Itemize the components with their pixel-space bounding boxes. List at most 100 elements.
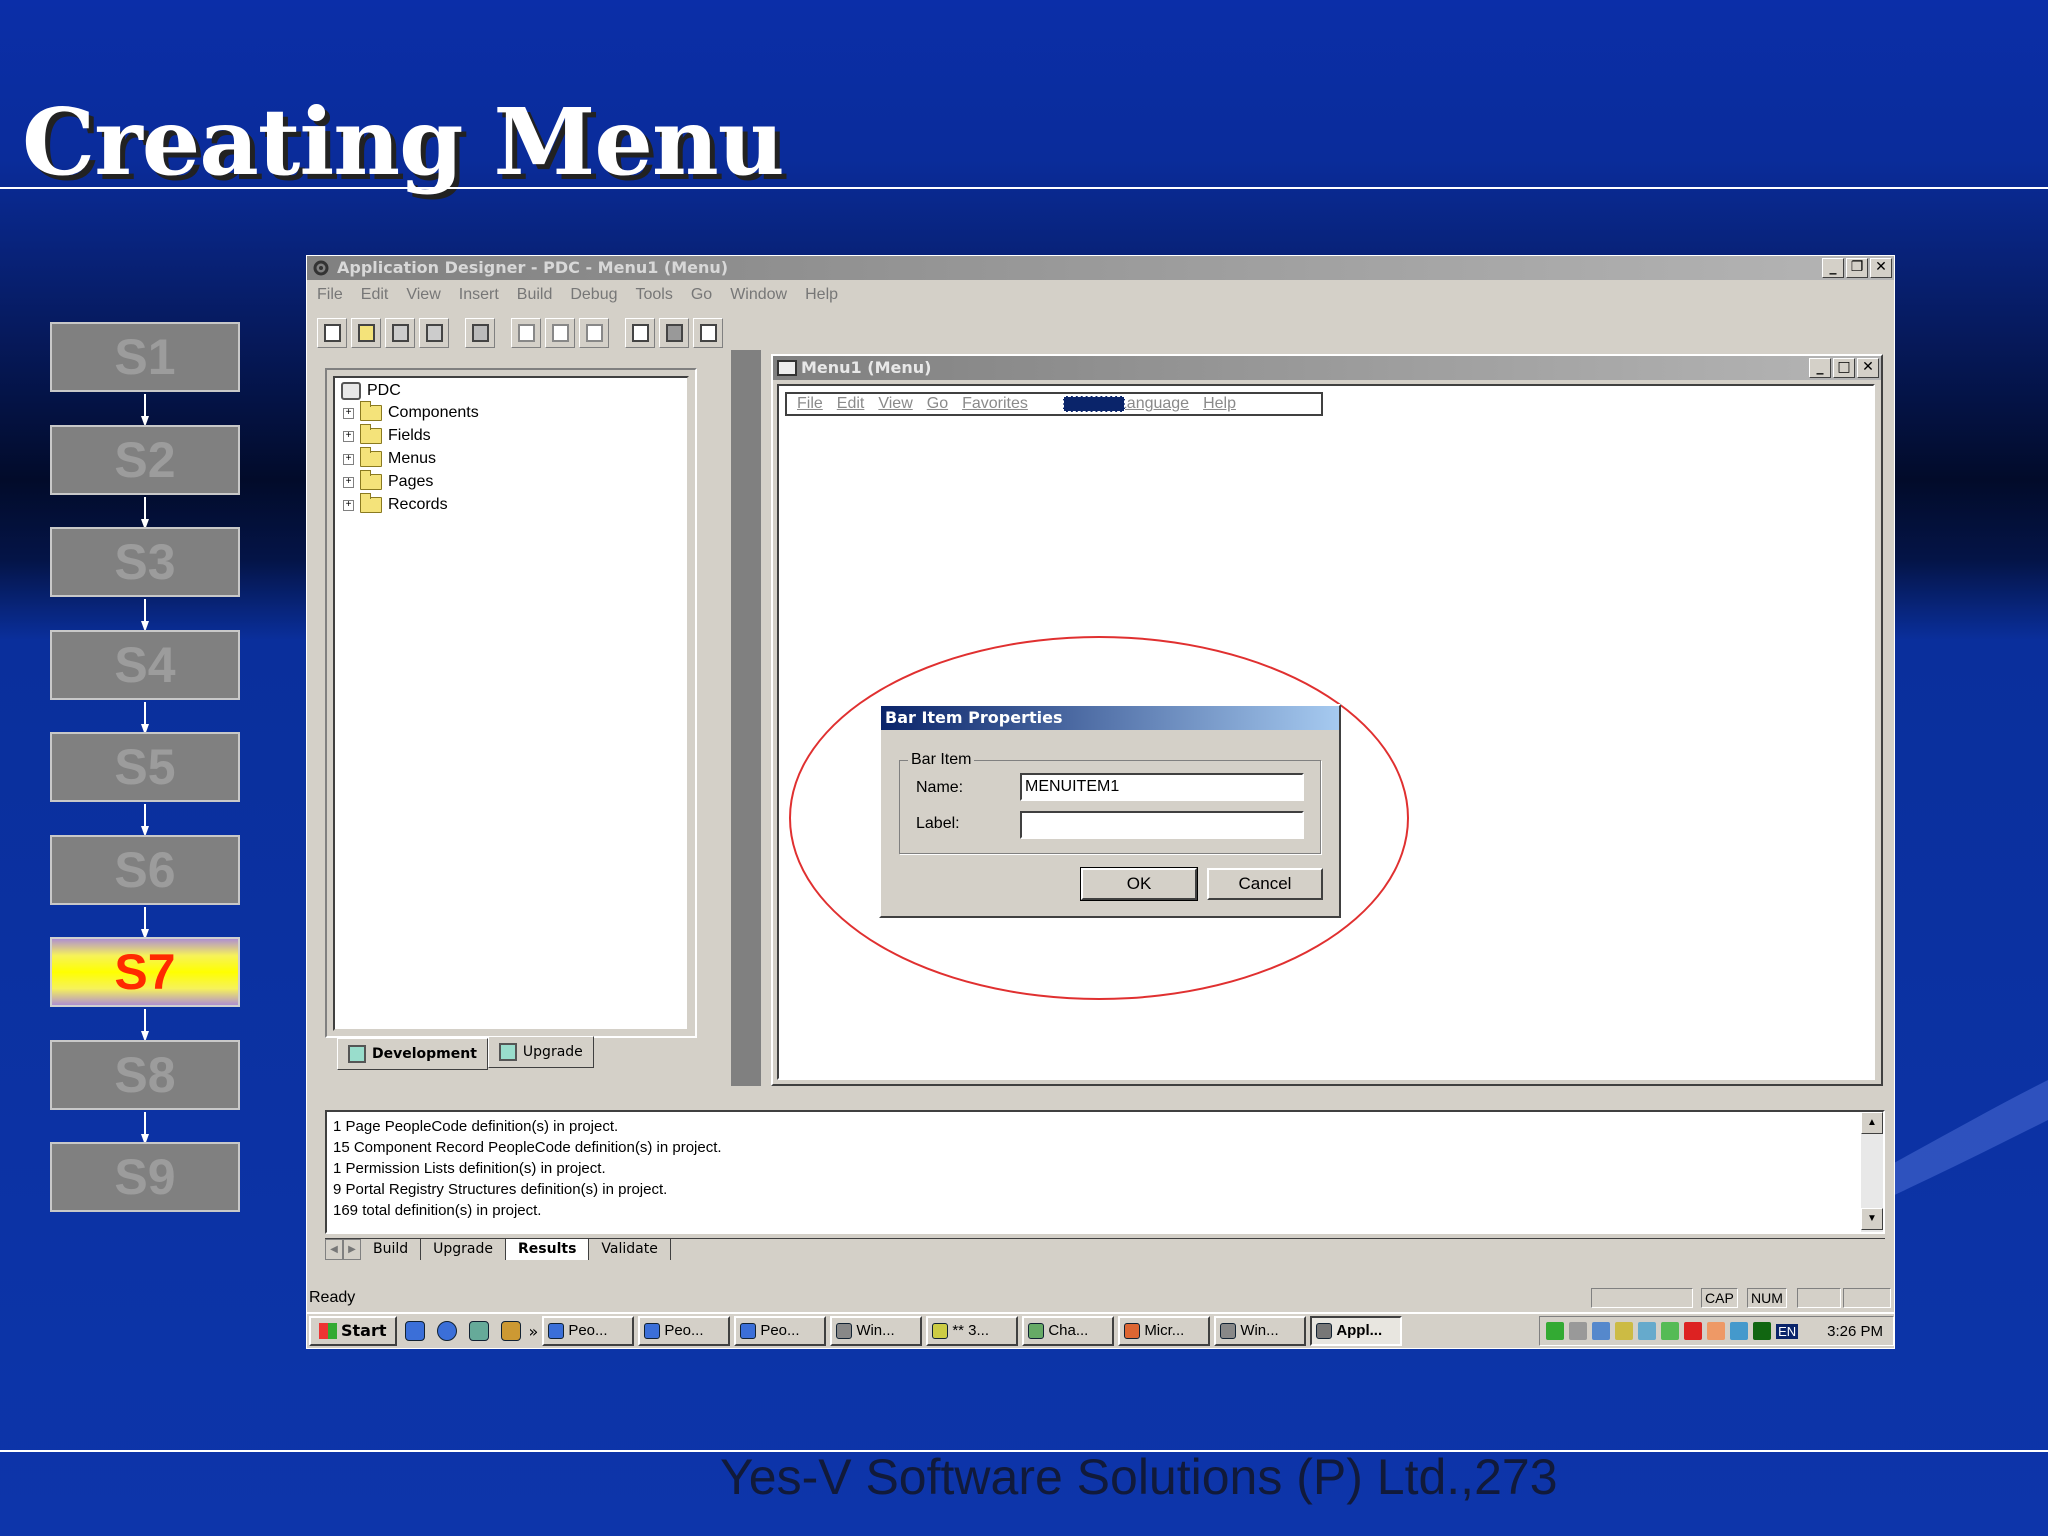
copy-button[interactable]: [545, 318, 575, 348]
dialog-title[interactable]: Bar Item Properties: [881, 706, 1339, 730]
child-minimize-button[interactable]: _: [1809, 358, 1831, 378]
paste-button[interactable]: [579, 318, 609, 348]
new-button[interactable]: [317, 318, 347, 348]
task-button[interactable]: Win...: [1214, 1316, 1307, 1346]
tree-item-components[interactable]: + Components: [343, 401, 479, 422]
preview-menu-view[interactable]: View: [878, 394, 912, 414]
menu-design-canvas[interactable]: File Edit View Go Favorites Language Hel…: [777, 384, 1875, 1080]
restore-button[interactable]: ❐: [1846, 258, 1868, 278]
tree-root[interactable]: PDC: [341, 382, 401, 400]
child-title-bar[interactable]: Menu1 (Menu) _ □ ✕: [773, 356, 1881, 380]
preview-menu-help[interactable]: Help: [1203, 394, 1236, 414]
check-icon[interactable]: [1661, 1322, 1680, 1340]
cylinder-icon: [666, 324, 683, 342]
tab-validate[interactable]: Validate: [589, 1239, 671, 1260]
expand-icon[interactable]: +: [343, 476, 354, 488]
pencil-icon[interactable]: [1615, 1322, 1634, 1340]
speaker-icon[interactable]: [1569, 1322, 1588, 1340]
new-bar-item-selected[interactable]: [1063, 396, 1125, 412]
device-icon[interactable]: [1592, 1322, 1611, 1340]
task-button[interactable]: Micr...: [1118, 1316, 1211, 1346]
cancel-button[interactable]: Cancel: [1207, 868, 1323, 900]
tree-item-pages[interactable]: + Pages: [343, 470, 433, 491]
task-button[interactable]: Win...: [830, 1316, 923, 1346]
quicklaunch-tool-icon[interactable]: [497, 1317, 525, 1345]
menu-view[interactable]: View: [406, 282, 440, 308]
quicklaunch-sync-icon[interactable]: [465, 1317, 493, 1345]
quicklaunch-ie-icon[interactable]: [433, 1317, 461, 1345]
preview-menu-file[interactable]: File: [797, 394, 823, 414]
copy-icon: [552, 324, 569, 342]
scissors-icon: [518, 324, 535, 342]
tab-results[interactable]: Results: [506, 1239, 590, 1260]
task-button[interactable]: Cha...: [1022, 1316, 1115, 1346]
network-icon[interactable]: [1546, 1322, 1565, 1340]
step-arrow-icon: [141, 599, 149, 632]
menu-window[interactable]: Window: [730, 282, 787, 308]
task-button[interactable]: Peo...: [542, 1316, 635, 1346]
menu-build[interactable]: Build: [517, 282, 553, 308]
menu-go[interactable]: Go: [691, 282, 712, 308]
preview-menu-edit[interactable]: Edit: [837, 394, 865, 414]
task-label: Appl...: [1336, 1322, 1383, 1339]
step-s2: S2: [50, 425, 240, 495]
task-button[interactable]: ** 3...: [926, 1316, 1019, 1346]
tab-scroll-right-icon[interactable]: ▶: [343, 1239, 361, 1260]
expand-icon[interactable]: +: [343, 499, 354, 511]
save-button[interactable]: [385, 318, 415, 348]
quicklaunch-desktop-icon[interactable]: [401, 1317, 429, 1345]
save-all-button[interactable]: [419, 318, 449, 348]
tab-upgrade-output[interactable]: Upgrade: [421, 1239, 507, 1260]
label-field[interactable]: [1020, 811, 1304, 839]
start-button[interactable]: Start: [309, 1316, 397, 1346]
minimize-button[interactable]: _: [1822, 258, 1844, 278]
tree-item-menus[interactable]: + Menus: [343, 447, 436, 468]
close-button[interactable]: ✕: [1870, 258, 1892, 278]
menu-debug[interactable]: Debug: [570, 282, 617, 308]
face-icon[interactable]: [1707, 1322, 1726, 1340]
expand-icon[interactable]: +: [343, 453, 354, 465]
output-scrollbar[interactable]: ▲ ▼: [1861, 1112, 1883, 1232]
scroll-up-icon[interactable]: ▲: [1861, 1112, 1883, 1134]
menu-file[interactable]: File: [317, 282, 343, 308]
task-button[interactable]: Peo...: [638, 1316, 731, 1346]
monitor-icon[interactable]: [1753, 1322, 1772, 1340]
project-workspace-button[interactable]: [693, 318, 723, 348]
preview-menu-favorites[interactable]: Favorites: [962, 394, 1028, 414]
menu-help[interactable]: Help: [805, 282, 838, 308]
preview-menu-go[interactable]: Go: [927, 394, 948, 414]
expand-icon[interactable]: +: [343, 430, 354, 442]
task-button[interactable]: Peo...: [734, 1316, 827, 1346]
tab-development[interactable]: Development: [337, 1038, 488, 1070]
menu-insert[interactable]: Insert: [459, 282, 499, 308]
menu1-child-window: Menu1 (Menu) _ □ ✕ File Edit View Go Fav…: [771, 354, 1883, 1086]
tab-upgrade[interactable]: Upgrade: [487, 1036, 594, 1068]
app-title-bar[interactable]: Application Designer - PDC - Menu1 (Menu…: [307, 256, 1894, 280]
cut-button[interactable]: [511, 318, 541, 348]
menu-edit[interactable]: Edit: [361, 282, 389, 308]
word-icon[interactable]: [1684, 1322, 1703, 1340]
globe-icon[interactable]: [1638, 1322, 1657, 1340]
print-button[interactable]: [465, 318, 495, 348]
child-close-button[interactable]: ✕: [1857, 358, 1879, 378]
tab-build[interactable]: Build: [361, 1239, 422, 1260]
expand-icon[interactable]: +: [343, 407, 354, 419]
quicklaunch-more-icon[interactable]: »: [529, 1322, 539, 1341]
project-tree: PDC + Components + Fields + Menus + Page…: [333, 376, 689, 1031]
menu-tools[interactable]: Tools: [636, 282, 673, 308]
tab-scroll-left-icon[interactable]: ◀: [325, 1239, 343, 1260]
properties-button[interactable]: [625, 318, 655, 348]
component-button[interactable]: [659, 318, 689, 348]
tree-item-fields[interactable]: + Fields: [343, 424, 431, 445]
open-button[interactable]: [351, 318, 381, 348]
child-maximize-button[interactable]: □: [1833, 358, 1855, 378]
tree-item-records[interactable]: + Records: [343, 493, 448, 514]
upgrade-icon: [498, 1043, 517, 1061]
language-indicator[interactable]: EN: [1776, 1323, 1799, 1339]
name-field[interactable]: MENUITEM1: [1020, 773, 1304, 801]
preview-menu-language[interactable]: Language: [1118, 394, 1189, 414]
user-icon[interactable]: [1730, 1322, 1749, 1340]
scroll-down-icon[interactable]: ▼: [1861, 1208, 1883, 1230]
task-button-active[interactable]: Appl...: [1310, 1316, 1403, 1346]
ok-button[interactable]: OK: [1080, 867, 1198, 901]
